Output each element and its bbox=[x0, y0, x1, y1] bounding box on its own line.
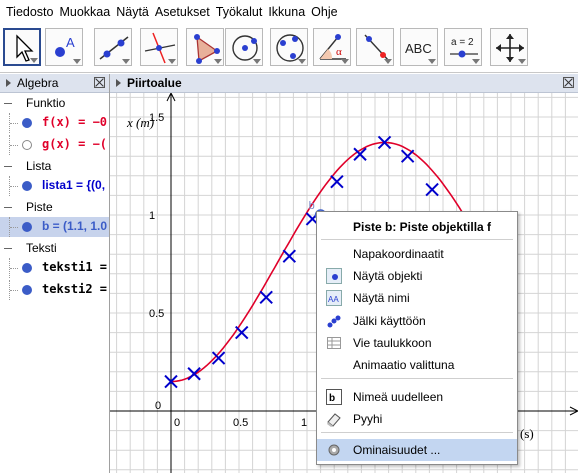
algebra-item[interactable]: b = (1.1, 1.0 bbox=[0, 217, 109, 237]
point-tool-button[interactable]: A bbox=[45, 28, 83, 66]
algebra-item[interactable]: g(x) = −( bbox=[0, 135, 109, 155]
rename-icon: b bbox=[326, 389, 342, 405]
show-label-icon: AA bbox=[326, 290, 342, 306]
close-icon[interactable] bbox=[94, 77, 105, 88]
category-label: Funktio bbox=[26, 96, 66, 110]
menu-window[interactable]: Ikkuna bbox=[268, 5, 305, 19]
close-icon[interactable] bbox=[563, 77, 574, 88]
algebra-item-text: f(x) = −0 bbox=[42, 115, 108, 129]
category-label: Piste bbox=[26, 200, 53, 214]
context-menu-title: Piste b: Piste objektilla f bbox=[353, 220, 492, 234]
reflect-tool-button[interactable] bbox=[356, 28, 394, 66]
circle-tool-button[interactable] bbox=[225, 28, 263, 66]
context-menu-item[interactable]: Näytä objekti bbox=[317, 265, 517, 287]
x-tick-label: 0 bbox=[174, 417, 180, 429]
hidden-toggle-icon[interactable] bbox=[22, 140, 32, 150]
collapse-arrow-icon[interactable] bbox=[6, 79, 11, 87]
context-menu-item-label: Näytä nimi bbox=[353, 291, 410, 305]
context-menu-item-label: Näytä objekti bbox=[353, 269, 423, 283]
algebra-titlebar: Algebra bbox=[0, 74, 109, 93]
menu-bar: Tiedosto Muokkaa Näytä Asetukset Työkalu… bbox=[0, 0, 578, 24]
menu-options[interactable]: Asetukset bbox=[155, 5, 210, 19]
algebra-item-text: teksti2 = bbox=[42, 282, 108, 296]
algebra-item[interactable]: teksti1 = bbox=[0, 258, 109, 278]
visible-toggle-icon[interactable] bbox=[22, 285, 32, 295]
context-menu-item-label: Vie taulukkoon bbox=[353, 336, 432, 350]
svg-text:ABC: ABC bbox=[405, 41, 432, 56]
category-label: Teksti bbox=[26, 241, 57, 255]
conic-tool-button[interactable] bbox=[270, 28, 308, 66]
algebra-item[interactable]: f(x) = −0 bbox=[0, 113, 109, 133]
context-menu-item[interactable]: Ominaisuudet ... bbox=[317, 439, 517, 461]
context-menu-item[interactable]: Vie taulukkoon bbox=[317, 332, 517, 354]
context-menu-item[interactable]: AA Näytä nimi bbox=[317, 287, 517, 309]
graphics-titlebar: Piirtoalue bbox=[110, 74, 578, 93]
svg-text:AA: AA bbox=[328, 295, 339, 304]
y-tick-label: 0.5 bbox=[149, 308, 164, 320]
graphics-title: Piirtoalue bbox=[127, 76, 182, 90]
context-menu-item-label: Animaatio valittuna bbox=[353, 358, 455, 372]
visible-toggle-icon[interactable] bbox=[22, 181, 32, 191]
y-tick-label: 1 bbox=[149, 210, 155, 222]
algebra-item-text: b = (1.1, 1.0 bbox=[42, 219, 108, 233]
move-view-tool-button[interactable] bbox=[490, 28, 528, 66]
move-tool-button[interactable] bbox=[3, 28, 41, 66]
visible-toggle-icon[interactable] bbox=[22, 118, 32, 128]
context-menu-item[interactable]: Animaatio valittuna bbox=[317, 354, 517, 376]
x-axis-label: (s) bbox=[520, 426, 534, 441]
gear-icon bbox=[326, 442, 342, 458]
table-icon bbox=[326, 335, 342, 351]
y-axis-label: x (m) bbox=[126, 115, 154, 130]
slider-tool-button[interactable]: a = 2 bbox=[444, 28, 482, 66]
polygon-tool-button[interactable] bbox=[186, 28, 224, 66]
context-menu-item-label: Nimeä uudelleen bbox=[353, 390, 444, 404]
algebra-view: Algebra Funktio f(x) = −0 g(x) = −( Lista li… bbox=[0, 74, 110, 473]
svg-text:a = 2: a = 2 bbox=[451, 37, 474, 48]
context-menu-item[interactable]: Jälki käyttöön bbox=[317, 310, 517, 332]
x-tick-label: 1 bbox=[301, 417, 307, 429]
point-b-label: b bbox=[309, 200, 315, 212]
context-menu-item-label: Pyyhi bbox=[353, 412, 383, 426]
context-menu-item[interactable]: b Nimeä uudelleen bbox=[317, 386, 517, 408]
data-point[interactable] bbox=[330, 174, 344, 189]
context-menu-item[interactable]: Pyyhi bbox=[317, 408, 517, 430]
algebra-title: Algebra bbox=[17, 76, 59, 90]
algebra-item-text: g(x) = −( bbox=[42, 137, 108, 151]
algebra-item[interactable]: teksti2 = bbox=[0, 280, 109, 300]
category-label: Lista bbox=[26, 159, 52, 173]
perpendicular-tool-button[interactable] bbox=[140, 28, 178, 66]
svg-text:α: α bbox=[336, 46, 342, 58]
menu-file[interactable]: Tiedosto bbox=[6, 5, 53, 19]
y-tick-label: 0 bbox=[155, 400, 161, 412]
svg-text:b: b bbox=[329, 393, 335, 404]
angle-tool-button[interactable]: α bbox=[313, 28, 351, 66]
algebra-item-text: lista1 = {(0, bbox=[42, 178, 106, 192]
eraser-icon bbox=[326, 411, 342, 427]
visible-toggle-icon[interactable] bbox=[22, 222, 32, 232]
algebra-item[interactable]: lista1 = {(0, bbox=[0, 176, 109, 196]
menu-edit[interactable]: Muokkaa bbox=[59, 5, 110, 19]
menu-help[interactable]: Ohje bbox=[311, 5, 337, 19]
trace-icon bbox=[326, 313, 342, 329]
menu-view[interactable]: Näytä bbox=[116, 5, 149, 19]
context-menu-item-label: Jälki käyttöön bbox=[353, 314, 426, 328]
context-menu-item-label: Ominaisuudet ... bbox=[353, 443, 441, 457]
context-menu-item-label: Napakoordinaatit bbox=[353, 247, 444, 261]
context-menu: Piste b: Piste objektilla f Napakoordina… bbox=[316, 211, 518, 465]
svg-text:A: A bbox=[66, 35, 75, 50]
context-menu-item[interactable]: Napakoordinaatit bbox=[317, 243, 517, 265]
collapse-arrow-icon[interactable] bbox=[116, 79, 121, 87]
data-point[interactable] bbox=[425, 182, 439, 197]
toolbar: A α ABC a = 2 bbox=[0, 24, 578, 73]
algebra-item-text: teksti1 = bbox=[42, 260, 108, 274]
line-tool-button[interactable] bbox=[94, 28, 132, 66]
x-tick-label: 0.5 bbox=[233, 417, 248, 429]
visible-toggle-icon[interactable] bbox=[22, 263, 32, 273]
text-tool-button[interactable]: ABC bbox=[400, 28, 438, 66]
show-object-icon bbox=[326, 268, 342, 284]
menu-tools[interactable]: Työkalut bbox=[216, 5, 263, 19]
